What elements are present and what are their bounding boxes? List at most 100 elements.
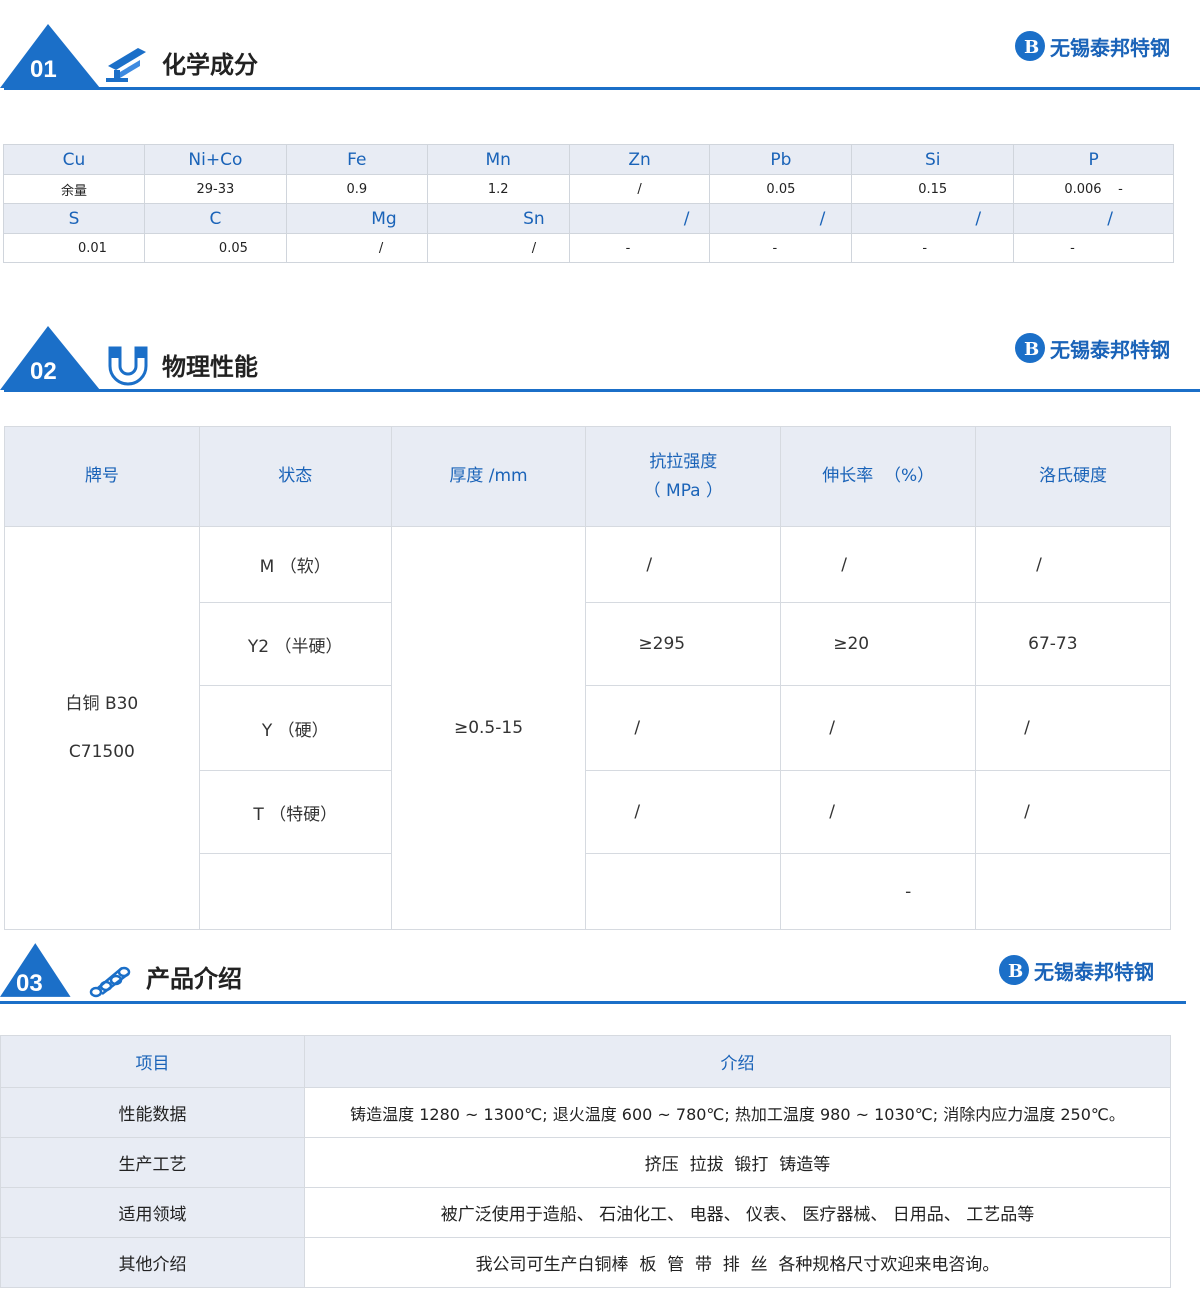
phys-elongation: / bbox=[780, 685, 977, 771]
phys-header-row: 牌号 状态 厚度 /mm 抗拉强度 （ MPa ） 伸长率 （%） 洛氏硬度 bbox=[4, 426, 1171, 527]
phys-grade-line2: C71500 bbox=[68, 742, 135, 762]
phys-elongation: / bbox=[780, 526, 977, 603]
chem-value: 1.2 bbox=[426, 174, 570, 204]
brand-name: 无锡泰邦特钢 bbox=[1050, 35, 1170, 60]
chem-header: S bbox=[3, 203, 145, 234]
chem-header: / bbox=[709, 203, 853, 234]
intro-header-desc: 介绍 bbox=[304, 1035, 1171, 1088]
intro-row: 性能数据 铸造温度 1280 ~ 1300℃; 退火温度 600 ~ 780℃;… bbox=[0, 1087, 1171, 1138]
chem-value: 0.9 bbox=[285, 174, 428, 204]
chem-value: 0.15 bbox=[851, 174, 1015, 204]
chem-value: / bbox=[285, 233, 428, 263]
chem-header: / bbox=[1013, 203, 1174, 234]
phys-header-state: 状态 bbox=[198, 426, 392, 527]
intro-label: 生产工艺 bbox=[0, 1137, 305, 1188]
phys-state: Y （硬） bbox=[198, 685, 392, 771]
chem-value: - bbox=[709, 233, 853, 263]
brand-mark-icon: B bbox=[1015, 333, 1045, 363]
brand-logo: B 无锡泰邦特钢 bbox=[1014, 30, 1170, 62]
section-title: 物理性能 bbox=[162, 353, 258, 381]
phys-table: 牌号 状态 厚度 /mm 抗拉强度 （ MPa ） 伸长率 （%） 洛氏硬度 白… bbox=[4, 426, 1171, 930]
intro-text: 被广泛使用于造船、 石油化工、 电器、 仪表、 医疗器械、 日用品、 工艺品等 bbox=[304, 1187, 1171, 1238]
chem-value-row-2: 0.01 0.05 / / - - - - bbox=[3, 233, 1174, 263]
chem-header: Mn bbox=[426, 144, 570, 175]
phys-header-tensile: 抗拉强度 （ MPa ） bbox=[585, 426, 782, 527]
steel-beam-icon bbox=[106, 48, 146, 82]
phys-state: Y2 （半硬） bbox=[198, 602, 392, 686]
phys-tensile: / bbox=[585, 685, 782, 771]
chem-header: / bbox=[851, 203, 1015, 234]
chem-value: 29-33 bbox=[143, 174, 287, 204]
chem-header: Zn bbox=[568, 144, 711, 175]
section-underline bbox=[0, 1001, 1186, 1004]
phys-header-elongation: 伸长率 （%） bbox=[780, 426, 977, 527]
chem-table: Cu Ni+Co Fe Mn Zn Pb Si P 余量 29-33 0.9 1… bbox=[3, 144, 1174, 263]
intro-label: 适用领域 bbox=[0, 1187, 305, 1238]
intro-text: 铸造温度 1280 ~ 1300℃; 退火温度 600 ~ 780℃; 热加工温… bbox=[304, 1087, 1171, 1138]
phys-tensile: / bbox=[585, 770, 782, 854]
chem-header: Si bbox=[851, 144, 1015, 175]
intro-header-item: 项目 bbox=[0, 1035, 305, 1088]
intro-text: 挤压 拉拔 锻打 铸造等 bbox=[304, 1137, 1171, 1188]
chem-header-row-2: S C Mg Sn / / / / bbox=[3, 203, 1174, 234]
chem-header: P bbox=[1013, 144, 1174, 175]
chem-value: 0.05 bbox=[143, 233, 287, 263]
brand-logo: B 无锡泰邦特钢 bbox=[1014, 332, 1170, 364]
phys-header-hardness: 洛氏硬度 bbox=[975, 426, 1171, 527]
intro-table: 项目 介绍 性能数据 铸造温度 1280 ~ 1300℃; 退火温度 600 ~… bbox=[0, 1035, 1171, 1288]
brand-name: 无锡泰邦特钢 bbox=[1034, 959, 1154, 984]
chem-value: - bbox=[851, 233, 1015, 263]
svg-text:B: B bbox=[1008, 961, 1023, 982]
svg-text:B: B bbox=[1024, 339, 1039, 360]
chem-value: 余量 bbox=[3, 174, 145, 204]
chem-value: / bbox=[568, 174, 711, 204]
phys-grade-line1: 白铜 B30 bbox=[65, 694, 139, 714]
chem-header: Cu bbox=[3, 144, 145, 175]
chem-header: Sn bbox=[426, 203, 570, 234]
chem-value: 0.05 bbox=[709, 174, 853, 204]
phys-tensile: ≥295 bbox=[585, 602, 782, 686]
section-header-chem: 01 化学成分 B 无锡泰邦特钢 bbox=[0, 0, 1202, 90]
chem-header: / bbox=[568, 203, 711, 234]
phys-grade-cell: 白铜 B30 C71500 bbox=[4, 526, 200, 930]
section-number: 03 bbox=[16, 970, 43, 997]
phys-state: T （特硬） bbox=[198, 770, 392, 854]
phys-thickness: ≥0.5-15 bbox=[390, 526, 587, 930]
section-number: 02 bbox=[30, 358, 57, 385]
phys-elongation: ≥20 bbox=[780, 602, 977, 686]
phys-header-tensile-line1: 抗拉强度 bbox=[649, 451, 718, 472]
brand-mark-icon: B bbox=[999, 955, 1029, 985]
intro-row: 生产工艺 挤压 拉拔 锻打 铸造等 bbox=[0, 1137, 1171, 1188]
phys-hardness: / bbox=[975, 526, 1171, 603]
phys-hardness: / bbox=[975, 685, 1171, 771]
section-title: 化学成分 bbox=[162, 51, 258, 79]
section-header-phys: 02 物理性能 B 无锡泰邦特钢 bbox=[0, 302, 1202, 392]
chem-header-row-1: Cu Ni+Co Fe Mn Zn Pb Si P bbox=[3, 144, 1174, 175]
section-underline bbox=[4, 87, 1200, 90]
svg-text:B: B bbox=[1024, 37, 1039, 58]
phys-hardness: 67-73 bbox=[975, 602, 1171, 686]
chem-header: Pb bbox=[709, 144, 853, 175]
chem-header: Ni+Co bbox=[143, 144, 287, 175]
chem-header: C bbox=[143, 203, 287, 234]
chem-value-row-1: 余量 29-33 0.9 1.2 / 0.05 0.15 0.006 - bbox=[3, 174, 1174, 204]
section-number: 01 bbox=[30, 56, 57, 83]
section-underline bbox=[4, 389, 1200, 392]
section-header-intro: 03 产品介绍 B 无锡泰邦特钢 bbox=[0, 914, 1186, 1004]
intro-label: 性能数据 bbox=[0, 1087, 305, 1138]
phys-tensile: / bbox=[585, 526, 782, 603]
intro-header-row: 项目 介绍 bbox=[0, 1035, 1171, 1088]
intro-row: 适用领域 被广泛使用于造船、 石油化工、 电器、 仪表、 医疗器械、 日用品、 … bbox=[0, 1187, 1171, 1238]
brand-mark-icon: B bbox=[1015, 31, 1045, 61]
phys-row: 白铜 B30 C71500 M （软） ≥0.5-15 / / / bbox=[4, 526, 1171, 930]
chem-value: / bbox=[426, 233, 570, 263]
pipes-icon bbox=[89, 966, 131, 998]
phys-header-thickness: 厚度 /mm bbox=[390, 426, 587, 527]
brand-name: 无锡泰邦特钢 bbox=[1050, 337, 1170, 362]
intro-label: 其他介绍 bbox=[0, 1237, 305, 1288]
chem-value: - bbox=[1013, 233, 1174, 263]
brand-logo: B 无锡泰邦特钢 bbox=[998, 954, 1154, 986]
magnet-icon bbox=[108, 346, 148, 386]
phys-header-grade: 牌号 bbox=[4, 426, 200, 527]
phys-hardness: / bbox=[975, 770, 1171, 854]
